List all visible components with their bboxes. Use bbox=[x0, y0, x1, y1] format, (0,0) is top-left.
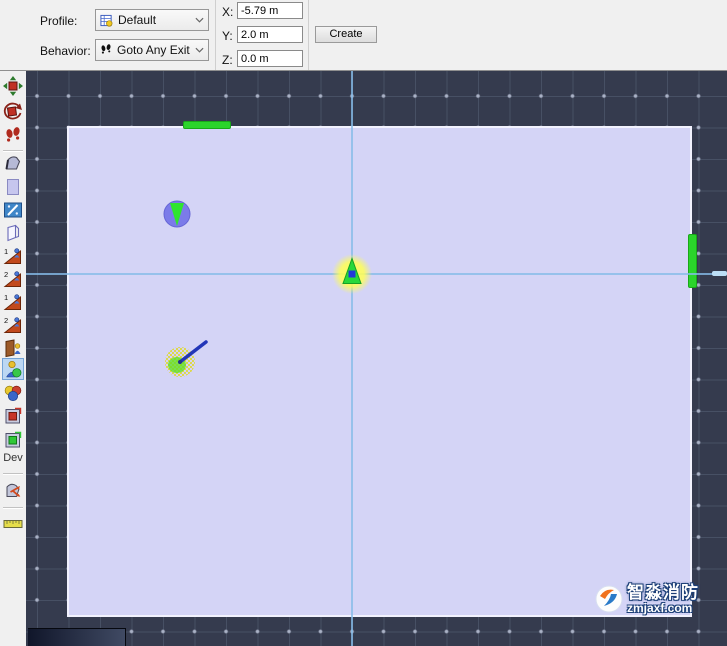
z-label: Z: bbox=[222, 53, 233, 67]
wall-slash-icon bbox=[3, 200, 23, 220]
dev-extract-tool-button[interactable] bbox=[2, 479, 24, 501]
svg-text:1: 1 bbox=[4, 293, 8, 302]
svg-text:2: 2 bbox=[4, 270, 8, 279]
stair-up-icon: 1 bbox=[3, 246, 23, 266]
green-region-icon bbox=[3, 430, 23, 450]
svg-text:1: 1 bbox=[4, 247, 8, 256]
simulation-app-window: Profile: Default Behavior: Goto Any Exit bbox=[0, 0, 727, 646]
y-coordinate-input[interactable] bbox=[237, 26, 303, 43]
ramp-icon: 1 bbox=[3, 292, 23, 312]
profile-sheet-icon bbox=[100, 14, 113, 27]
profile-value: Default bbox=[118, 13, 190, 27]
ruler-icon bbox=[3, 514, 23, 534]
add-occupant-tool-button[interactable] bbox=[2, 358, 24, 380]
occupant-group-icon bbox=[3, 383, 23, 403]
ramp-tool-button[interactable]: 1 bbox=[2, 291, 24, 313]
x-coordinate-input[interactable] bbox=[237, 2, 303, 19]
polygon-room-tool-button[interactable] bbox=[2, 152, 24, 174]
move-tool-button[interactable] bbox=[2, 75, 24, 97]
tool-separator bbox=[3, 507, 23, 508]
model-canvas[interactable]: 智淼消防 zmjaxf.com bbox=[26, 71, 727, 646]
rotate-icon bbox=[3, 101, 23, 121]
exit-door-top[interactable] bbox=[183, 121, 231, 129]
occupant-marker[interactable] bbox=[162, 199, 192, 229]
footprints-tool-button[interactable] bbox=[2, 124, 24, 146]
tool-separator bbox=[3, 150, 23, 151]
tool-separator bbox=[3, 473, 23, 474]
top-toolbar: Profile: Default Behavior: Goto Any Exit bbox=[0, 0, 727, 71]
x-label: X: bbox=[222, 5, 233, 19]
bottom-left-object bbox=[28, 628, 126, 646]
open-box-icon bbox=[3, 223, 23, 243]
region-green-tool-button[interactable] bbox=[2, 429, 24, 451]
crosshair-horizontal-line bbox=[26, 273, 727, 275]
ruler-tool-button[interactable] bbox=[2, 513, 24, 535]
occupant-group-tool-button[interactable] bbox=[2, 382, 24, 404]
toolbar-divider bbox=[215, 0, 216, 70]
behavior-label: Behavior: bbox=[40, 44, 91, 58]
z-coordinate-input[interactable] bbox=[237, 50, 303, 67]
stair-tool-button[interactable]: 1 bbox=[2, 245, 24, 267]
extract-arrows-icon bbox=[3, 480, 23, 500]
behavior-dropdown[interactable]: Goto Any Exit bbox=[95, 39, 209, 61]
dev-section-label: Dev bbox=[0, 452, 26, 464]
toolbar-divider bbox=[308, 0, 309, 70]
watermark: 智淼消防 zmjaxf.com bbox=[595, 584, 699, 614]
add-occupant-icon bbox=[3, 359, 23, 379]
profile-dropdown[interactable]: Default bbox=[95, 9, 209, 31]
rotate-tool-button[interactable] bbox=[2, 100, 24, 122]
stair-tool-2-button[interactable]: 2 bbox=[2, 268, 24, 290]
watermark-url: zmjaxf.com bbox=[627, 602, 699, 614]
behavior-value: Goto Any Exit bbox=[117, 43, 190, 57]
move-icon bbox=[3, 76, 23, 96]
rectangle-room-tool-button[interactable] bbox=[2, 176, 24, 198]
occupant-cursor-preview bbox=[330, 252, 374, 296]
open-box-tool-button[interactable] bbox=[2, 222, 24, 244]
profile-label: Profile: bbox=[40, 14, 77, 28]
thin-wall-tool-button[interactable] bbox=[2, 199, 24, 221]
watermark-title: 智淼消防 bbox=[627, 584, 699, 601]
exit-door-tool-button[interactable] bbox=[2, 337, 24, 359]
rectangle-room-icon bbox=[3, 177, 23, 197]
exit-door-right[interactable] bbox=[688, 234, 697, 288]
svg-text:2: 2 bbox=[4, 316, 8, 325]
ramp-2-icon: 2 bbox=[3, 315, 23, 335]
red-region-icon bbox=[3, 406, 23, 426]
left-tool-strip: 1 2 1 2 bbox=[0, 71, 26, 646]
region-red-tool-button[interactable] bbox=[2, 405, 24, 427]
crosshair-vertical-line bbox=[351, 71, 353, 646]
chevron-down-icon bbox=[195, 47, 204, 53]
polygon-room-icon bbox=[3, 153, 23, 173]
door-person-icon bbox=[3, 338, 23, 358]
footprints-icon bbox=[100, 43, 112, 57]
selected-occupant-heading-marker[interactable] bbox=[150, 338, 214, 382]
ramp-tool-2-button[interactable]: 2 bbox=[2, 314, 24, 336]
watermark-logo-icon bbox=[595, 585, 623, 613]
red-footprints-icon bbox=[3, 125, 23, 145]
chevron-down-icon bbox=[195, 17, 204, 23]
stair-up-2-icon: 2 bbox=[3, 269, 23, 289]
crosshair-edge-marker bbox=[712, 271, 727, 276]
y-label: Y: bbox=[222, 29, 233, 43]
create-button[interactable]: Create bbox=[315, 26, 377, 43]
